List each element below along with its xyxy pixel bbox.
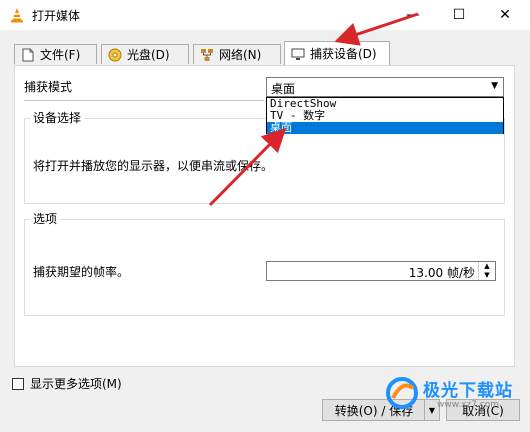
- capture-mode-value: 桌面: [271, 82, 296, 96]
- watermark-text: 极光下载站: [423, 381, 513, 401]
- disc-icon: [108, 48, 122, 62]
- maximize-button[interactable]: ☐: [436, 0, 482, 30]
- close-button[interactable]: ✕: [482, 0, 528, 30]
- spin-down-icon[interactable]: ▼: [479, 271, 495, 280]
- spin-up-icon[interactable]: ▲: [479, 262, 495, 271]
- option-desktop[interactable]: 桌面: [267, 122, 503, 134]
- title-bar: 打开媒体 — ☐ ✕: [0, 0, 530, 30]
- frame-rate-label: 捕获期望的帧率。: [33, 265, 130, 279]
- window-title: 打开媒体: [32, 9, 81, 23]
- maximize-icon: ☐: [452, 7, 466, 23]
- frame-rate-spinbox[interactable]: 13.00 帧/秒 ▲ ▼: [266, 261, 496, 281]
- chevron-down-icon: ▼: [491, 81, 498, 91]
- tab-capture-device-label: 捕获设备(D): [310, 47, 377, 61]
- watermark-logo-icon: [386, 377, 418, 409]
- minimize-icon: —: [406, 7, 420, 23]
- tab-file[interactable]: 文件(F): [14, 44, 97, 64]
- tab-network[interactable]: 网络(N): [193, 44, 281, 64]
- minimize-button[interactable]: —: [390, 0, 436, 30]
- frame-rate-stepper: ▲ ▼: [478, 262, 495, 280]
- tab-file-label: 文件(F): [40, 48, 81, 62]
- tab-disc[interactable]: 光盘(D): [101, 44, 189, 64]
- capture-device-icon: [291, 47, 305, 61]
- close-icon: ✕: [499, 7, 511, 23]
- tab-disc-label: 光盘(D): [127, 48, 170, 62]
- capture-mode-label: 捕获模式: [24, 80, 73, 94]
- option-tv-digital[interactable]: TV - 数字: [267, 110, 503, 122]
- file-icon: [21, 48, 35, 62]
- capture-mode-dropdown: DirectShow TV - 数字 桌面: [266, 97, 504, 134]
- device-description: 将打开并播放您的显示器，以便串流或保存。: [33, 159, 274, 173]
- divider: [24, 100, 264, 101]
- show-more-options[interactable]: 显示更多选项(M): [12, 375, 122, 392]
- watermark-url: www.xz7.com: [437, 400, 499, 410]
- options-legend: 选项: [30, 210, 61, 227]
- tab-capture-device[interactable]: 捕获设备(D): [284, 41, 390, 65]
- show-more-options-label: 显示更多选项(M): [30, 377, 122, 391]
- device-selection-legend: 设备选择: [30, 109, 85, 126]
- show-more-options-checkbox[interactable]: [12, 377, 24, 390]
- network-icon: [200, 48, 214, 62]
- frame-rate-value: 13.00 帧/秒: [408, 266, 475, 280]
- tab-network-label: 网络(N): [219, 48, 262, 62]
- vlc-cone-icon: [11, 8, 23, 23]
- watermark: 极光下载站 www.xz7.com: [385, 374, 525, 414]
- capture-mode-select[interactable]: 桌面 ▼: [266, 77, 504, 97]
